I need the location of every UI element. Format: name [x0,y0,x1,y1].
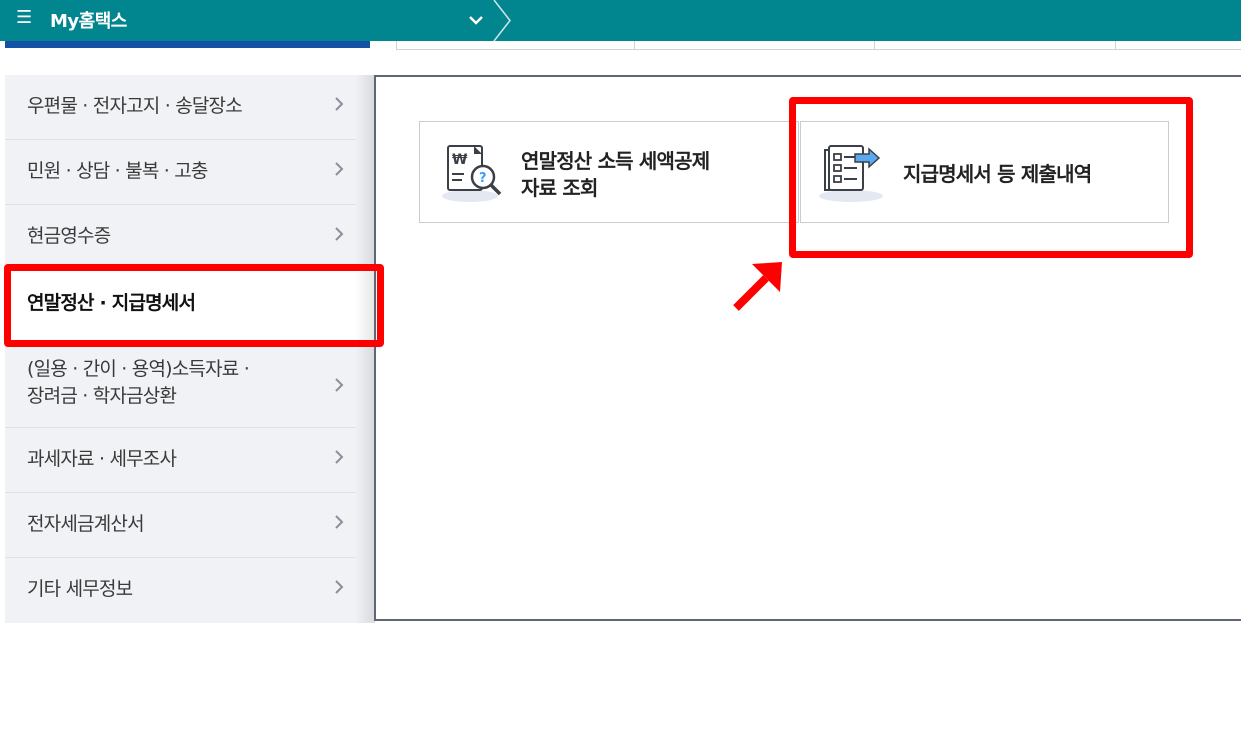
chevron-right-icon [335,580,344,594]
red-arrow-icon [733,262,782,311]
chevron-right-icon [335,162,344,176]
sidebar-shadow [355,75,375,623]
hamburger-menu-icon[interactable]: ☰ [16,9,32,27]
sidebar-item-label: 전자세금계산서 [27,513,145,535]
chevron-right-icon [335,227,344,241]
chevron-down-icon[interactable] [466,10,486,30]
sidebar-menu: 우편물 · 전자고지 · 송달장소 민원 · 상담 · 불복 · 고충 현금영수… [5,75,375,623]
highlight-box-sidebar [4,264,384,347]
sidebar-item-label-line1: (일용 · 간이 · 용역)소득자료 · [27,358,250,380]
sidebar-item-income-data[interactable]: (일용 · 간이 · 용역)소득자료 · 장려금 · 학자금상환 [5,342,356,428]
highlight-box-card [789,97,1193,258]
document-search-icon: ₩ ? [442,145,502,202]
card-label-line2: 자료 조회 [521,176,598,200]
chevron-right-icon [335,450,344,464]
sidebar-item-label: 기타 세무정보 [27,578,133,600]
sidebar-item-other-tax-info[interactable]: 기타 세무정보 [5,558,356,623]
sidebar-item-mail-notice[interactable]: 우편물 · 전자고지 · 송달장소 [5,75,356,140]
sidebar-item-label: 현금영수증 [27,225,111,247]
top-navigation-bar: ☰ My홈택스 [0,0,1241,41]
card-label-line1: 연말정산 소득 세액공제 [521,149,710,173]
sidebar-item-e-tax-invoice[interactable]: 전자세금계산서 [5,493,356,558]
chevron-right-icon [335,515,344,529]
card-deduction-data-lookup[interactable]: ₩ ? 연말정산 소득 세액공제 자료 조회 [419,121,799,223]
sidebar-item-label: 과세자료 · 세무조사 [27,448,177,470]
chevron-right-icon [335,378,344,392]
sidebar-item-cash-receipt[interactable]: 현금영수증 [5,205,356,270]
chevron-right-icon [335,97,344,111]
sidebar-item-label: 민원 · 상담 · 불복 · 고충 [27,160,208,182]
sidebar-item-label-line2: 장려금 · 학자금상환 [27,385,177,407]
sidebar-item-civil-petition[interactable]: 민원 · 상담 · 불복 · 고충 [5,140,356,205]
my-hometax-title[interactable]: My홈택스 [50,7,127,33]
active-menu-indicator [5,41,370,48]
sidebar-item-label: 우편물 · 전자고지 · 송달장소 [27,95,243,117]
breadcrumb-separator [493,0,511,41]
sub-tab-strip [396,41,1241,50]
svg-text:?: ? [479,171,487,186]
svg-text:₩: ₩ [452,152,468,168]
sidebar-item-tax-audit[interactable]: 과세자료 · 세무조사 [5,428,356,493]
